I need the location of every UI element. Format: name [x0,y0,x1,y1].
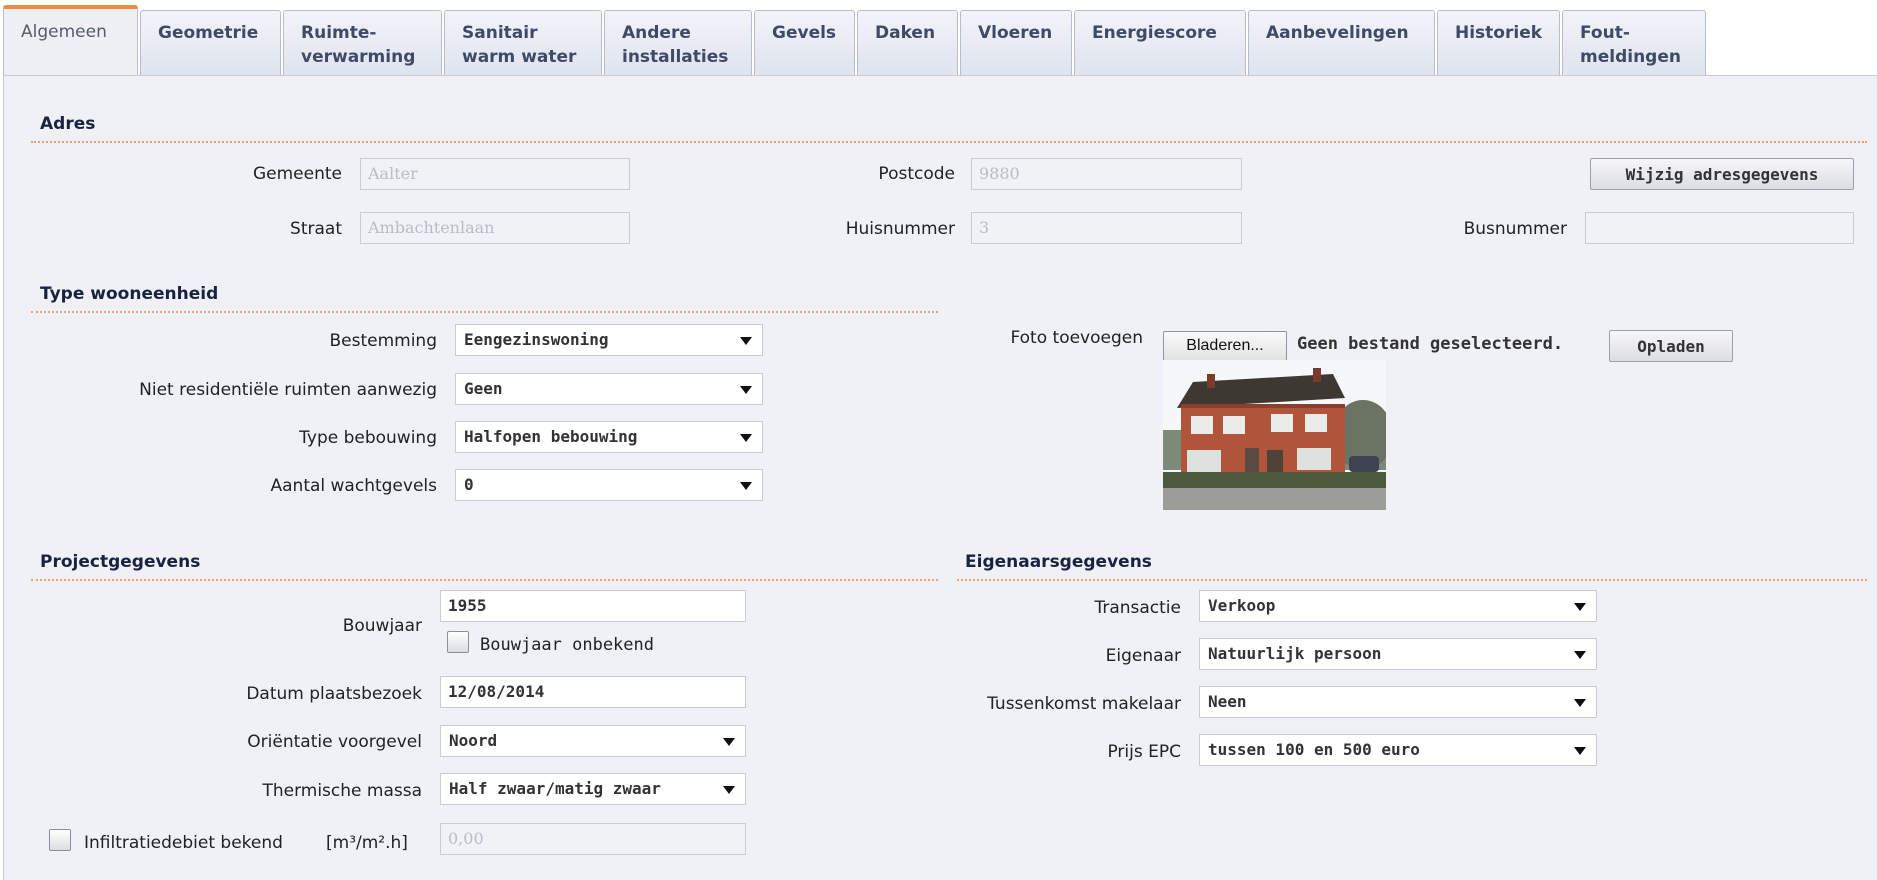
chevron-down-icon [740,337,752,345]
transactie-value: Verkoop [1208,596,1276,615]
straat-field: Ambachtenlaan [360,212,630,244]
huisnummer-field: 3 [971,212,1242,244]
tab-ruimteverwarming[interactable]: Ruimte- verwarming [283,10,442,76]
tussenkomst-makelaar-value: Neen [1208,692,1247,711]
section-divider [31,579,938,581]
tab-daken[interactable]: Daken [857,10,958,76]
bouwjaar-field[interactable]: 1955 [440,590,746,622]
eigenaar-value: Natuurlijk persoon [1208,644,1382,663]
busnummer-field [1585,212,1854,244]
tab-energiescore[interactable]: Energiescore [1074,10,1246,76]
bladeren-button[interactable]: Bladeren... [1163,331,1287,361]
eigenaar-label: Eigenaar [1105,646,1181,666]
infiltratiedebiet-label: Infiltratiedebiet bekend [84,833,283,853]
chevron-down-icon [740,434,752,442]
section-divider [957,579,1867,581]
chevron-down-icon [1574,603,1586,611]
thermische-massa-select[interactable]: Half zwaar/matig zwaar [440,773,746,805]
section-title-projectgegevens: Projectgegevens [40,552,201,572]
orientatie-voorgevel-label: Oriëntatie voorgevel [247,732,422,752]
datum-plaatsbezoek-label: Datum plaatsbezoek [246,684,422,704]
postcode-field: 9880 [971,158,1242,190]
tab-bar: Algemeen Geometrie Ruimte- verwarming Sa… [0,0,1877,77]
chevron-down-icon [723,786,735,794]
tab-foutmeldingen[interactable]: Fout- meldingen [1562,10,1706,76]
niet-residentiele-value: Geen [464,379,503,398]
opladen-button[interactable]: Opladen [1609,330,1733,362]
bestemming-select[interactable]: Eengezinswoning [455,324,763,356]
foto-toevoegen-label: Foto toevoegen [1010,328,1143,348]
prijs-epc-select[interactable]: tussen 100 en 500 euro [1199,734,1597,766]
busnummer-label: Busnummer [1463,219,1567,239]
tussenkomst-makelaar-select[interactable]: Neen [1199,686,1597,718]
prijs-epc-value: tussen 100 en 500 euro [1208,740,1420,759]
bestemming-value: Eengezinswoning [464,330,609,349]
aantal-wachtgevels-select[interactable]: 0 [455,469,763,501]
thermische-massa-value: Half zwaar/matig zwaar [449,779,661,798]
bouwjaar-onbekend-label: Bouwjaar onbekend [480,635,654,655]
infiltratiedebiet-unit: [m³/m².h] [326,833,408,853]
tab-vloeren[interactable]: Vloeren [960,10,1072,76]
thermische-massa-label: Thermische massa [262,781,422,801]
niet-residentiele-select[interactable]: Geen [455,373,763,405]
chevron-down-icon [740,482,752,490]
chevron-down-icon [1574,651,1586,659]
infiltratiedebiet-field: 0,00 [440,823,746,855]
gemeente-label: Gemeente [252,164,342,184]
section-title-type-wooneenheid: Type wooneenheid [40,284,219,304]
aantal-wachtgevels-value: 0 [464,475,474,494]
type-bebouwing-label: Type bebouwing [299,428,437,448]
transactie-select[interactable]: Verkoop [1199,590,1597,622]
tab-gevels[interactable]: Gevels [754,10,855,76]
eigenaar-select[interactable]: Natuurlijk persoon [1199,638,1597,670]
tussenkomst-makelaar-label: Tussenkomst makelaar [987,694,1181,714]
huisnummer-label: Huisnummer [845,219,955,239]
tab-historiek[interactable]: Historiek [1437,10,1560,76]
type-bebouwing-value: Halfopen bebouwing [464,427,638,446]
gemeente-field: Aalter [360,158,630,190]
section-title-eigenaarsgegevens: Eigenaarsgegevens [965,552,1152,572]
chevron-down-icon [723,738,735,746]
chevron-down-icon [1574,699,1586,707]
tab-geometrie[interactable]: Geometrie [140,10,281,76]
infiltratiedebiet-checkbox[interactable] [49,829,71,851]
section-divider [31,311,938,313]
tab-algemeen[interactable]: Algemeen [3,5,138,77]
postcode-label: Postcode [878,164,955,184]
file-status-text: Geen bestand geselecteerd. [1297,334,1564,354]
orientatie-voorgevel-select[interactable]: Noord [440,725,746,757]
bestemming-label: Bestemming [329,331,437,351]
prijs-epc-label: Prijs EPC [1107,742,1181,762]
chevron-down-icon [740,386,752,394]
niet-residentiele-label: Niet residentiële ruimten aanwezig [139,380,437,400]
tab-aanbevelingen[interactable]: Aanbevelingen [1248,10,1435,76]
orientatie-voorgevel-value: Noord [449,731,498,750]
type-bebouwing-select[interactable]: Halfopen bebouwing [455,421,763,453]
wijzig-adresgegevens-button[interactable]: Wijzig adresgegevens [1590,158,1854,190]
house-photo [1163,360,1386,510]
transactie-label: Transactie [1094,598,1181,618]
tab-sanitair-warm-water[interactable]: Sanitair warm water [444,10,602,76]
straat-label: Straat [290,219,342,239]
tab-andere-installaties[interactable]: Andere installaties [604,10,752,76]
chevron-down-icon [1574,747,1586,755]
section-divider [31,141,1867,143]
aantal-wachtgevels-label: Aantal wachtgevels [270,476,438,496]
section-title-adres: Adres [40,114,96,134]
bouwjaar-onbekend-checkbox[interactable] [447,631,469,653]
datum-plaatsbezoek-field[interactable]: 12/08/2014 [440,676,746,708]
bouwjaar-label: Bouwjaar [342,616,422,636]
